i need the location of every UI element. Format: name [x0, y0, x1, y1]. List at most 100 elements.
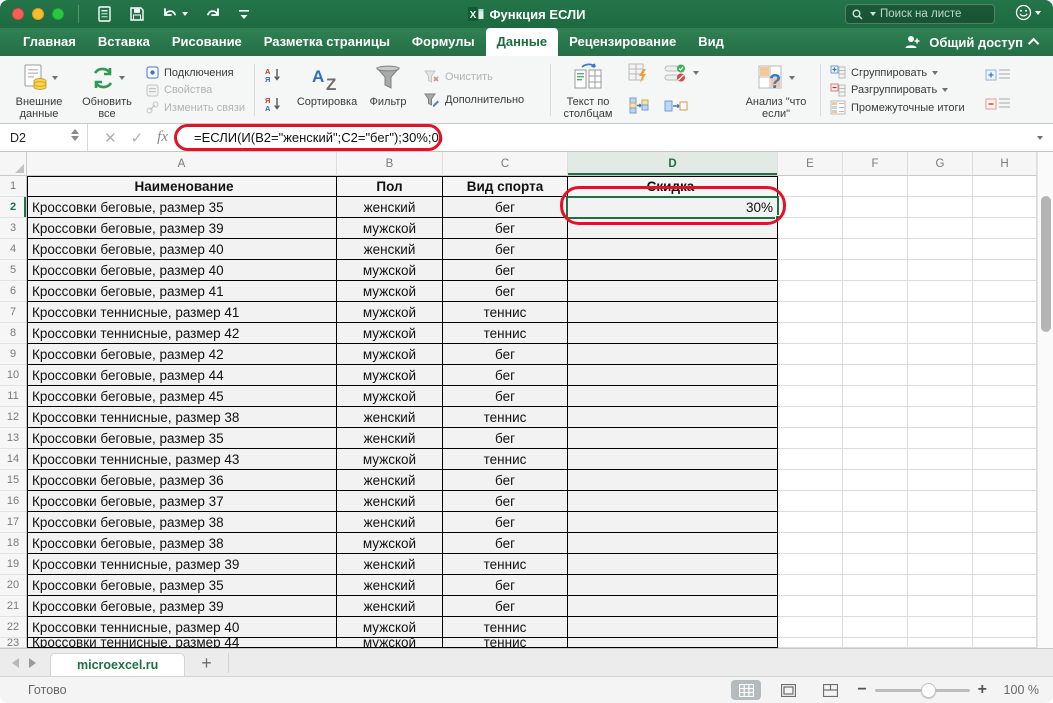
redo-button[interactable]	[204, 4, 222, 24]
cell-B20[interactable]: женский	[337, 575, 443, 596]
text-to-columns-button[interactable]: Текст по столбцам	[556, 62, 620, 120]
cell-D15[interactable]	[568, 470, 778, 491]
row-header-4[interactable]: 4	[0, 239, 27, 260]
cell-D12[interactable]	[568, 407, 778, 428]
cell-C17[interactable]: бег	[443, 512, 568, 533]
cell-B22[interactable]: мужской	[337, 617, 443, 638]
name-box-stepper[interactable]	[71, 129, 79, 141]
cell-A9[interactable]: Кроссовки беговые, размер 42	[27, 344, 337, 365]
cell-E23[interactable]	[778, 638, 843, 648]
share-button[interactable]: Общий доступ	[929, 35, 1023, 50]
cell-F21[interactable]	[843, 596, 908, 617]
cell-E15[interactable]	[778, 470, 843, 491]
cell-E13[interactable]	[778, 428, 843, 449]
cell-H23[interactable]	[973, 638, 1037, 648]
cell-E5[interactable]	[778, 260, 843, 281]
clear-filter-button[interactable]: Очистить	[424, 68, 524, 85]
cell-C9[interactable]: бег	[443, 344, 568, 365]
cell-H3[interactable]	[973, 218, 1037, 239]
cell-G22[interactable]	[908, 617, 973, 638]
row-header-11[interactable]: 11	[0, 386, 27, 407]
cell-G9[interactable]	[908, 344, 973, 365]
sort-button[interactable]: АZ Сортировка	[292, 62, 362, 108]
minimize-window-button[interactable]	[32, 8, 44, 20]
confirm-entry-icon[interactable]: ✓	[131, 129, 144, 147]
cell-H6[interactable]	[973, 281, 1037, 302]
cell-E11[interactable]	[778, 386, 843, 407]
prev-sheet-arrow[interactable]	[12, 658, 19, 668]
cell-C1[interactable]: Вид спорта	[443, 176, 568, 197]
cell-H13[interactable]	[973, 428, 1037, 449]
tab-dannye[interactable]: Данные	[486, 28, 559, 56]
row-header-17[interactable]: 17	[0, 512, 27, 533]
tab-formuly[interactable]: Формулы	[401, 28, 486, 56]
cell-B7[interactable]: мужской	[337, 302, 443, 323]
cell-C4[interactable]: бег	[443, 239, 568, 260]
row-header-14[interactable]: 14	[0, 449, 27, 470]
cell-G13[interactable]	[908, 428, 973, 449]
cell-A4[interactable]: Кроссовки беговые, размер 40	[27, 239, 337, 260]
zoom-window-button[interactable]	[52, 8, 64, 20]
cell-F19[interactable]	[843, 554, 908, 575]
cell-G4[interactable]	[908, 239, 973, 260]
cell-G17[interactable]	[908, 512, 973, 533]
cell-E6[interactable]	[778, 281, 843, 302]
cell-B8[interactable]: мужской	[337, 323, 443, 344]
row-header-5[interactable]: 5	[0, 260, 27, 281]
row-header-8[interactable]: 8	[0, 323, 27, 344]
cell-D19[interactable]	[568, 554, 778, 575]
row-header-16[interactable]: 16	[0, 491, 27, 512]
cell-E3[interactable]	[778, 218, 843, 239]
cell-A17[interactable]: Кроссовки беговые, размер 38	[27, 512, 337, 533]
name-box[interactable]: D2	[0, 124, 88, 151]
cell-D5[interactable]	[568, 260, 778, 281]
collapse-ribbon-button[interactable]	[1028, 38, 1039, 49]
row-header-13[interactable]: 13	[0, 428, 27, 449]
cell-F20[interactable]	[843, 575, 908, 596]
cell-H21[interactable]	[973, 596, 1037, 617]
cell-F14[interactable]	[843, 449, 908, 470]
row-header-21[interactable]: 21	[0, 596, 27, 617]
cell-D21[interactable]	[568, 596, 778, 617]
row-header-2[interactable]: 2	[0, 197, 27, 218]
select-all-corner[interactable]	[0, 152, 27, 176]
cell-E18[interactable]	[778, 533, 843, 554]
cell-D23[interactable]	[568, 638, 778, 648]
cell-D1[interactable]: Скидка	[568, 176, 778, 197]
cell-B2[interactable]: женский	[337, 197, 443, 218]
formula-input[interactable]: =ЕСЛИ(И(B2="женский";C2="бег");30%;0)	[180, 124, 1053, 151]
column-header-D[interactable]: D	[568, 152, 778, 176]
cell-H10[interactable]	[973, 365, 1037, 386]
cell-A10[interactable]: Кроссовки беговые, размер 44	[27, 365, 337, 386]
consolidate-button[interactable]	[628, 97, 650, 114]
flash-fill-button[interactable]	[628, 64, 650, 81]
cell-E2[interactable]	[778, 197, 843, 218]
smiley-dropdown-caret[interactable]	[1035, 11, 1041, 15]
cell-E22[interactable]	[778, 617, 843, 638]
cell-F5[interactable]	[843, 260, 908, 281]
cell-B1[interactable]: Пол	[337, 176, 443, 197]
subtotal-button[interactable]: Промежуточные итоги	[830, 99, 965, 116]
vertical-scrollbar[interactable]	[1037, 152, 1053, 648]
advanced-filter-button[interactable]: Дополнительно	[424, 91, 524, 108]
cell-D13[interactable]	[568, 428, 778, 449]
group-button[interactable]: Сгруппировать	[830, 64, 965, 81]
cell-F7[interactable]	[843, 302, 908, 323]
refresh-all-button[interactable]: Обновить все	[76, 62, 138, 120]
cell-C10[interactable]: бег	[443, 365, 568, 386]
cell-H11[interactable]	[973, 386, 1037, 407]
cell-G23[interactable]	[908, 638, 973, 648]
column-header-B[interactable]: B	[337, 152, 443, 176]
cell-C20[interactable]: бег	[443, 575, 568, 596]
cell-G15[interactable]	[908, 470, 973, 491]
cell-F10[interactable]	[843, 365, 908, 386]
cell-C18[interactable]: бег	[443, 533, 568, 554]
row-header-9[interactable]: 9	[0, 344, 27, 365]
normal-view-button[interactable]	[731, 680, 761, 700]
cell-D7[interactable]	[568, 302, 778, 323]
cell-D2[interactable]: 30%	[568, 197, 778, 218]
cell-G3[interactable]	[908, 218, 973, 239]
cell-B21[interactable]: женский	[337, 596, 443, 617]
cell-E10[interactable]	[778, 365, 843, 386]
cell-A16[interactable]: Кроссовки беговые, размер 37	[27, 491, 337, 512]
